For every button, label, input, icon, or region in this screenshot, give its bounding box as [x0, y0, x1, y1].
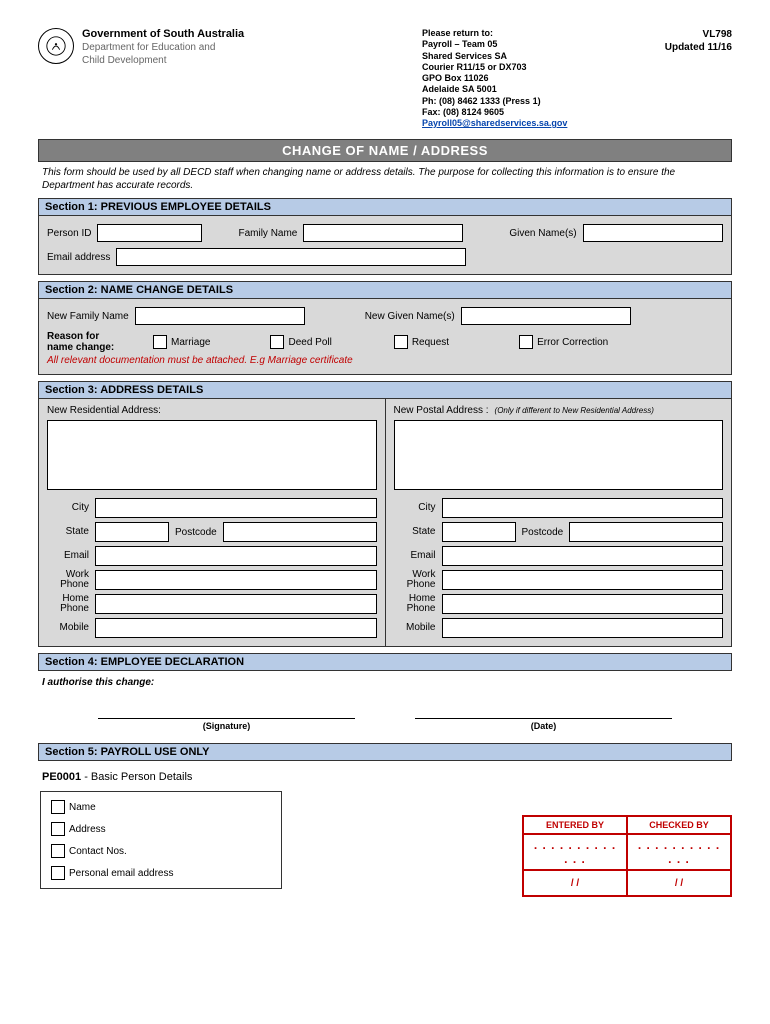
- new-family-label: New Family Name: [47, 311, 129, 322]
- s5-address-label: Address: [69, 824, 106, 835]
- given-names-label: Given Name(s): [509, 228, 576, 239]
- checked-by-head: CHECKED BY: [627, 816, 731, 834]
- person-id-label: Person ID: [47, 228, 91, 239]
- intro-text: This form should be used by all DECD sta…: [38, 162, 732, 198]
- email-input[interactable]: [116, 248, 466, 266]
- payroll-items-box: Name Address Contact Nos. Personal email…: [40, 791, 282, 889]
- res-address-input[interactable]: [47, 420, 377, 490]
- section1-panel: Person ID Family Name Given Name(s) Emai…: [38, 216, 732, 275]
- signature-label: (Signature): [98, 721, 355, 731]
- opt-deed: Deed Poll: [288, 337, 331, 348]
- checked-by-dots[interactable]: . . . . . . . . . . . . .: [627, 834, 731, 870]
- checked-by-date[interactable]: / /: [627, 870, 731, 896]
- reason-label: Reason for name change:: [47, 331, 133, 353]
- gov-title: Government of South Australia: [82, 28, 312, 40]
- res-workphone-label: WorkPhone: [47, 570, 89, 590]
- res-postcode-label: Postcode: [175, 527, 217, 538]
- res-workphone-input[interactable]: [95, 570, 377, 590]
- entered-by-date[interactable]: / /: [523, 870, 627, 896]
- declaration-text: I authorise this change:: [38, 671, 732, 718]
- opt-request: Request: [412, 337, 449, 348]
- gov-dept: Department for Education and Child Devel…: [82, 42, 312, 67]
- header-row: Government of South Australia Department…: [38, 28, 732, 129]
- post-title: New Postal Address :: [394, 405, 489, 416]
- address-checkbox[interactable]: [51, 822, 65, 836]
- given-names-input[interactable]: [583, 224, 723, 242]
- post-workphone-label: WorkPhone: [394, 570, 436, 590]
- section3-panel: New Residential Address: City State Post…: [38, 399, 732, 647]
- sa-gov-logo: [38, 28, 74, 64]
- request-checkbox[interactable]: [394, 335, 408, 349]
- signature-row: (Signature) (Date): [38, 718, 732, 743]
- section1-head: Section 1: PREVIOUS EMPLOYEE DETAILS: [38, 198, 732, 216]
- entered-by-dots[interactable]: . . . . . . . . . . . . .: [523, 834, 627, 870]
- res-homephone-input[interactable]: [95, 594, 377, 614]
- post-address-input[interactable]: [394, 420, 724, 490]
- new-family-input[interactable]: [135, 307, 305, 325]
- post-state-label: State: [394, 527, 436, 537]
- res-state-label: State: [47, 527, 89, 537]
- post-mobile-input[interactable]: [442, 618, 724, 638]
- section2-head: Section 2: NAME CHANGE DETAILS: [38, 281, 732, 299]
- post-mobile-label: Mobile: [394, 623, 436, 633]
- post-state-input[interactable]: [442, 522, 516, 542]
- contact-checkbox[interactable]: [51, 844, 65, 858]
- res-postcode-input[interactable]: [223, 522, 377, 542]
- residential-column: New Residential Address: City State Post…: [39, 399, 386, 646]
- new-given-label: New Given Name(s): [365, 311, 455, 322]
- entered-by-head: ENTERED BY: [523, 816, 627, 834]
- form-code-block: VL798 Updated 11/16: [642, 28, 732, 54]
- section3-head: Section 3: ADDRESS DETAILS: [38, 381, 732, 399]
- name-checkbox[interactable]: [51, 800, 65, 814]
- postal-column: New Postal Address : (Only if different …: [386, 399, 732, 646]
- new-given-input[interactable]: [461, 307, 631, 325]
- res-email-label: Email: [47, 551, 89, 561]
- s5-email-label: Personal email address: [69, 868, 174, 879]
- entry-stamp: ENTERED BY CHECKED BY . . . . . . . . . …: [522, 815, 732, 897]
- opt-error: Error Correction: [537, 337, 608, 348]
- pe-line: PE0001 - Basic Person Details: [42, 771, 728, 783]
- marriage-checkbox[interactable]: [153, 335, 167, 349]
- post-postcode-input[interactable]: [569, 522, 723, 542]
- res-state-input[interactable]: [95, 522, 169, 542]
- family-name-input[interactable]: [303, 224, 463, 242]
- s5-contact-label: Contact Nos.: [69, 846, 127, 857]
- email-label: Email address: [47, 252, 110, 263]
- signature-line[interactable]: [98, 718, 355, 719]
- post-city-input[interactable]: [442, 498, 724, 518]
- person-id-input[interactable]: [97, 224, 202, 242]
- section4-head: Section 4: EMPLOYEE DECLARATION: [38, 653, 732, 671]
- post-city-label: City: [394, 503, 436, 513]
- res-email-input[interactable]: [95, 546, 377, 566]
- personal-email-checkbox[interactable]: [51, 866, 65, 880]
- family-name-label: Family Name: [238, 228, 297, 239]
- post-homephone-input[interactable]: [442, 594, 724, 614]
- documentation-note: All relevant documentation must be attac…: [47, 355, 723, 366]
- opt-marriage: Marriage: [171, 337, 210, 348]
- post-subnote: (Only if different to New Residential Ad…: [495, 406, 654, 415]
- section5-head: Section 5: PAYROLL USE ONLY: [38, 743, 732, 761]
- post-homephone-label: HomePhone: [394, 594, 436, 614]
- post-postcode-label: Postcode: [522, 527, 564, 538]
- form-title: CHANGE OF NAME / ADDRESS: [38, 139, 732, 162]
- date-line[interactable]: [415, 718, 672, 719]
- res-mobile-label: Mobile: [47, 623, 89, 633]
- post-workphone-input[interactable]: [442, 570, 724, 590]
- section2-panel: New Family Name New Given Name(s) Reason…: [38, 299, 732, 375]
- return-address: Please return to: Payroll – Team 05 Shar…: [422, 28, 642, 129]
- s5-name-label: Name: [69, 802, 96, 813]
- res-title: New Residential Address:: [47, 405, 161, 416]
- post-email-label: Email: [394, 551, 436, 561]
- deed-poll-checkbox[interactable]: [270, 335, 284, 349]
- res-mobile-input[interactable]: [95, 618, 377, 638]
- post-email-input[interactable]: [442, 546, 724, 566]
- res-city-label: City: [47, 503, 89, 513]
- payroll-email-link[interactable]: Payroll05@sharedservices.sa.gov: [422, 118, 567, 128]
- error-correction-checkbox[interactable]: [519, 335, 533, 349]
- date-label: (Date): [415, 721, 672, 731]
- res-homephone-label: HomePhone: [47, 594, 89, 614]
- res-city-input[interactable]: [95, 498, 377, 518]
